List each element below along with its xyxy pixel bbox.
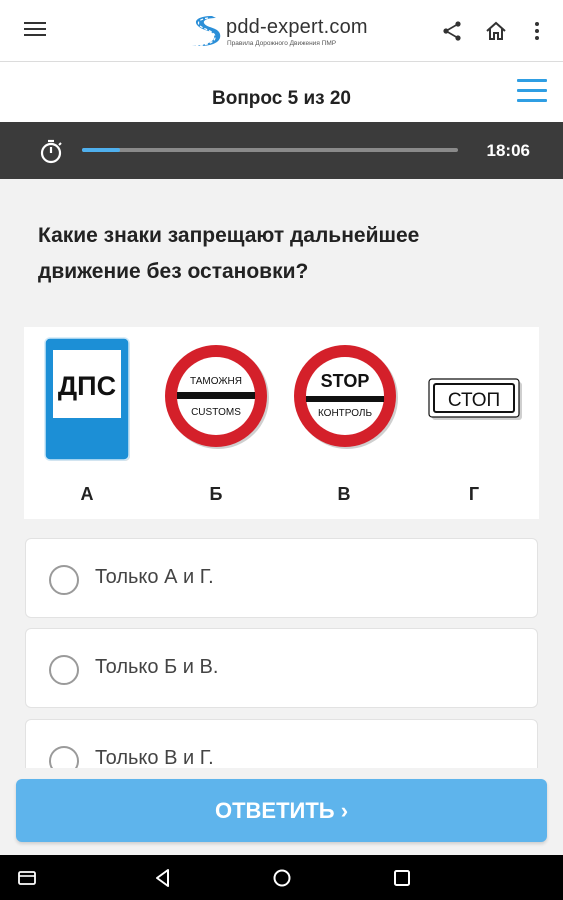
- sign-c-bottom-text: КОНТРОЛЬ: [318, 408, 373, 419]
- time-progress-track: [82, 148, 458, 152]
- brand-tagline: Правила Дорожного Движения ПМР: [227, 40, 337, 47]
- answer-option-2[interactable]: Только Б и В.: [25, 628, 538, 708]
- home-nav-icon[interactable]: [271, 867, 293, 889]
- answer-option-1[interactable]: Только А и Г.: [25, 538, 538, 618]
- brand-name: pdd-expert.com: [226, 16, 368, 38]
- keyboard-icon[interactable]: [16, 867, 38, 889]
- app-bar: pdd-expert.com Правила Дорожного Движени…: [0, 0, 563, 62]
- sign-label-d: Г: [468, 484, 480, 504]
- sign-label-b: Б: [209, 484, 223, 504]
- sign-c-top-text: STOP: [321, 371, 370, 391]
- share-icon[interactable]: [440, 19, 464, 43]
- footer: ОТВЕТИТЬ ›: [0, 768, 563, 855]
- answer-button[interactable]: ОТВЕТИТЬ ›: [16, 779, 547, 842]
- home-icon[interactable]: [484, 19, 508, 43]
- answer-option-text: Только В и Г.: [95, 747, 214, 769]
- sign-stop-control: STOP КОНТРОЛЬ: [294, 345, 398, 449]
- sign-dps: ДПС: [44, 337, 130, 461]
- sign-d-text: СТОП: [448, 390, 500, 411]
- answer-option-text: Только А и Г.: [95, 566, 214, 588]
- brand-logo[interactable]: pdd-expert.com Правила Дорожного Движени…: [186, 14, 396, 50]
- road-signs-image: ДПС А ТАМОЖНЯ CUSTOMS Б STOP КОНТРОЛЬ В …: [24, 327, 539, 519]
- stopwatch-icon: [40, 139, 62, 164]
- timer-bar: 18:06: [0, 122, 563, 179]
- radio-button[interactable]: [49, 565, 79, 595]
- time-progress-fill: [82, 148, 120, 152]
- recents-icon[interactable]: [391, 867, 413, 889]
- time-remaining: 18:06: [486, 141, 530, 160]
- system-nav-bar: [0, 855, 563, 900]
- sign-b-top-text: ТАМОЖНЯ: [190, 376, 242, 387]
- sign-label-a: А: [80, 484, 94, 504]
- question-header: Вопрос 5 из 20: [0, 62, 563, 122]
- question-text: Какие знаки запрещают дальнейшее движени…: [38, 224, 420, 283]
- sign-stop-plate: СТОП: [428, 378, 522, 420]
- sign-label-c: В: [337, 484, 351, 504]
- radio-button[interactable]: [49, 655, 79, 685]
- sign-a-text: ДПС: [58, 371, 116, 401]
- sign-customs: ТАМОЖНЯ CUSTOMS: [165, 345, 269, 449]
- question-counter: Вопрос 5 из 20: [212, 88, 351, 109]
- list-icon[interactable]: [517, 79, 547, 105]
- back-icon[interactable]: [152, 867, 174, 889]
- answer-option-text: Только Б и В.: [95, 656, 219, 678]
- road-logo-icon: [190, 16, 221, 47]
- more-vert-icon[interactable]: [525, 19, 549, 43]
- hamburger-menu-icon[interactable]: [24, 22, 46, 40]
- sign-b-bottom-text: CUSTOMS: [191, 407, 241, 418]
